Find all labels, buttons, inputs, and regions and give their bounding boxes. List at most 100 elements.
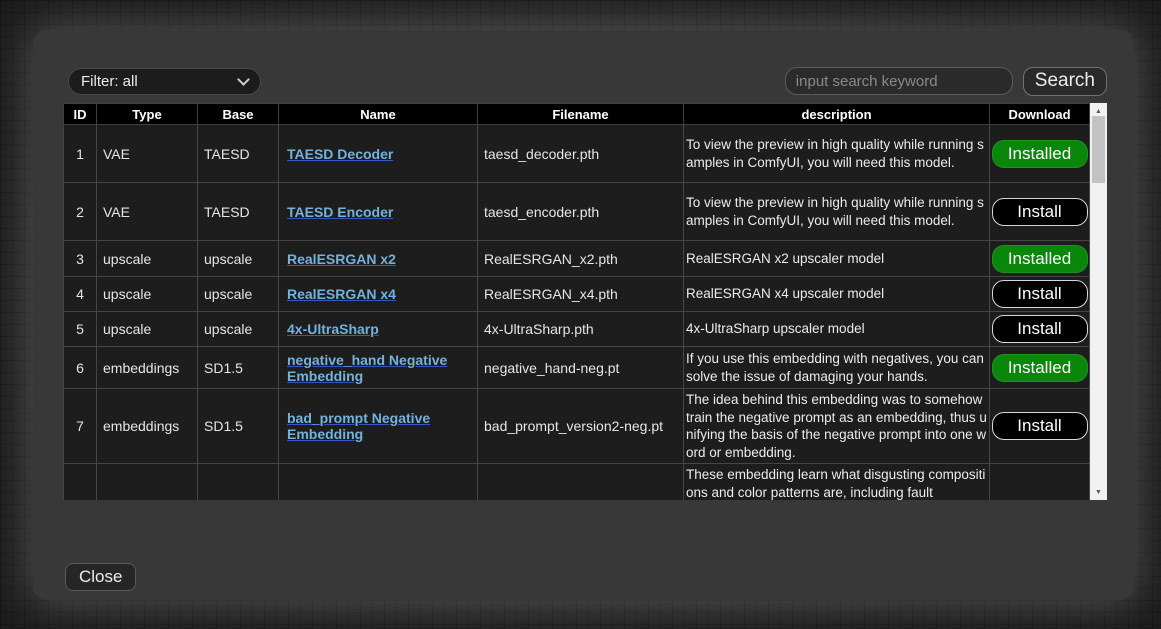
cell-description: RealESRGAN x4 upscaler model bbox=[684, 277, 990, 312]
cell-id: 3 bbox=[64, 241, 97, 277]
table-row: 7embeddingsSD1.5bad_prompt Negative Embe… bbox=[64, 389, 1090, 464]
cell-id: 1 bbox=[64, 125, 97, 183]
table-row: 4upscaleupscaleRealESRGAN x4RealESRGAN_x… bbox=[64, 277, 1090, 312]
cell-id: 4 bbox=[64, 277, 97, 312]
table-row: 1VAETAESD TAESD Decoder taesd_decoder.pthT… bbox=[64, 125, 1090, 183]
cell-name bbox=[279, 464, 478, 500]
model-name-link[interactable]: 4x-UltraSharp bbox=[287, 321, 379, 337]
cell-base: upscale bbox=[198, 241, 279, 277]
cell-filename: RealESRGAN_x4.pth bbox=[478, 277, 684, 312]
install-button[interactable]: Install bbox=[992, 412, 1088, 440]
cell-type: VAE bbox=[97, 183, 198, 241]
cell-name: TAESD Decoder bbox=[279, 125, 478, 183]
cell-description: 4x-UltraSharp upscaler model bbox=[684, 312, 990, 347]
cell-download: Installed bbox=[990, 241, 1090, 277]
scrollbar-thumb[interactable] bbox=[1092, 116, 1105, 183]
column-header: Name bbox=[279, 104, 478, 125]
cell-base: upscale bbox=[198, 277, 279, 312]
cell-download: Install bbox=[990, 389, 1090, 464]
cell-filename: RealESRGAN_x2.pth bbox=[478, 241, 684, 277]
table-row: 5upscaleupscale4x-UltraSharp4x-UltraShar… bbox=[64, 312, 1090, 347]
cell-description: These embedding learn what disgusting co… bbox=[684, 464, 990, 500]
install-models-dialog: Filter: all Search IDTypeBaseNameFilenam… bbox=[33, 30, 1134, 600]
models-table-container: IDTypeBaseNameFilenamedescriptionDownloa… bbox=[63, 103, 1107, 500]
cell-name: 4x-UltraSharp bbox=[279, 312, 478, 347]
cell-download: Installed bbox=[990, 125, 1090, 183]
column-header: ID bbox=[64, 104, 97, 125]
model-name-link[interactable]: RealESRGAN x4 bbox=[287, 286, 396, 302]
cell-download: Install bbox=[990, 312, 1090, 347]
cell-download: Installed bbox=[990, 347, 1090, 389]
cell-name: RealESRGAN x2 bbox=[279, 241, 478, 277]
cell-type: VAE bbox=[97, 125, 198, 183]
cell-type: upscale bbox=[97, 277, 198, 312]
installed-button[interactable]: Installed bbox=[992, 245, 1088, 273]
cell-id: 2 bbox=[64, 183, 97, 241]
table-header-row: IDTypeBaseNameFilenamedescriptionDownloa… bbox=[64, 104, 1090, 125]
cell-id: 5 bbox=[64, 312, 97, 347]
cell-base: SD1.5 bbox=[198, 347, 279, 389]
vertical-scrollbar[interactable]: ▲ ▼ bbox=[1090, 103, 1107, 500]
cell-description: To view the preview in high quality whil… bbox=[684, 125, 990, 183]
cell-filename: bad_prompt_version2-neg.pt bbox=[478, 389, 684, 464]
cell-download: Install bbox=[990, 183, 1090, 241]
cell-description: The idea behind this embedding was to so… bbox=[684, 389, 990, 464]
install-button[interactable]: Install bbox=[992, 315, 1088, 343]
cell-filename: taesd_encoder.pth bbox=[478, 183, 684, 241]
install-button[interactable]: Install bbox=[992, 280, 1088, 308]
cell-type: upscale bbox=[97, 241, 198, 277]
table-row: 3upscaleupscaleRealESRGAN x2RealESRGAN_x… bbox=[64, 241, 1090, 277]
cell-download bbox=[990, 464, 1090, 500]
chevron-down-icon bbox=[237, 73, 250, 86]
cell-type: embeddings bbox=[97, 389, 198, 464]
model-name-link[interactable]: TAESD Encoder bbox=[287, 204, 393, 220]
column-header: Filename bbox=[478, 104, 684, 125]
cell-base bbox=[198, 464, 279, 500]
table-row: 2VAETAESD TAESD Encoder taesd_encoder.pthT… bbox=[64, 183, 1090, 241]
cell-name: RealESRGAN x4 bbox=[279, 277, 478, 312]
table-row: 6embeddingsSD1.5negative_hand Negative E… bbox=[64, 347, 1090, 389]
cell-name: bad_prompt Negative Embedding bbox=[279, 389, 478, 464]
model-name-link[interactable]: bad_prompt Negative Embedding bbox=[287, 410, 430, 442]
column-header: Download bbox=[990, 104, 1090, 125]
models-table: IDTypeBaseNameFilenamedescriptionDownloa… bbox=[63, 103, 1090, 500]
cell-description: RealESRGAN x2 upscaler model bbox=[684, 241, 990, 277]
model-name-link[interactable]: RealESRGAN x2 bbox=[287, 251, 396, 267]
cell-id: 6 bbox=[64, 347, 97, 389]
cell-download: Install bbox=[990, 277, 1090, 312]
cell-filename: taesd_decoder.pth bbox=[478, 125, 684, 183]
search-area: Search bbox=[785, 67, 1107, 96]
cell-filename: negative_hand-neg.pt bbox=[478, 347, 684, 389]
cell-filename bbox=[478, 464, 684, 500]
install-button[interactable]: Install bbox=[992, 198, 1088, 226]
cell-base: TAESD bbox=[198, 125, 279, 183]
cell-type bbox=[97, 464, 198, 500]
search-button[interactable]: Search bbox=[1023, 67, 1107, 96]
model-name-link[interactable]: negative_hand Negative Embedding bbox=[287, 352, 447, 384]
filter-select[interactable]: Filter: all bbox=[68, 68, 261, 95]
cell-id bbox=[64, 464, 97, 500]
column-header: description bbox=[684, 104, 990, 125]
cell-filename: 4x-UltraSharp.pth bbox=[478, 312, 684, 347]
column-header: Type bbox=[97, 104, 198, 125]
cell-name: TAESD Encoder bbox=[279, 183, 478, 241]
search-input[interactable] bbox=[785, 67, 1013, 95]
cell-id: 7 bbox=[64, 389, 97, 464]
installed-button[interactable]: Installed bbox=[992, 354, 1088, 382]
scroll-down-arrow-icon[interactable]: ▼ bbox=[1090, 485, 1107, 499]
dialog-toolbar: Filter: all Search bbox=[68, 67, 1107, 95]
cell-type: upscale bbox=[97, 312, 198, 347]
cell-description: To view the preview in high quality whil… bbox=[684, 183, 990, 241]
cell-type: embeddings bbox=[97, 347, 198, 389]
cell-base: SD1.5 bbox=[198, 389, 279, 464]
table-row: These embedding learn what disgusting co… bbox=[64, 464, 1090, 500]
filter-select-value: Filter: all bbox=[81, 73, 138, 90]
close-button[interactable]: Close bbox=[65, 563, 136, 591]
column-header: Base bbox=[198, 104, 279, 125]
cell-base: TAESD bbox=[198, 183, 279, 241]
cell-description: If you use this embedding with negatives… bbox=[684, 347, 990, 389]
model-name-link[interactable]: TAESD Decoder bbox=[287, 146, 393, 162]
cell-base: upscale bbox=[198, 312, 279, 347]
cell-name: negative_hand Negative Embedding bbox=[279, 347, 478, 389]
installed-button[interactable]: Installed bbox=[992, 140, 1088, 168]
